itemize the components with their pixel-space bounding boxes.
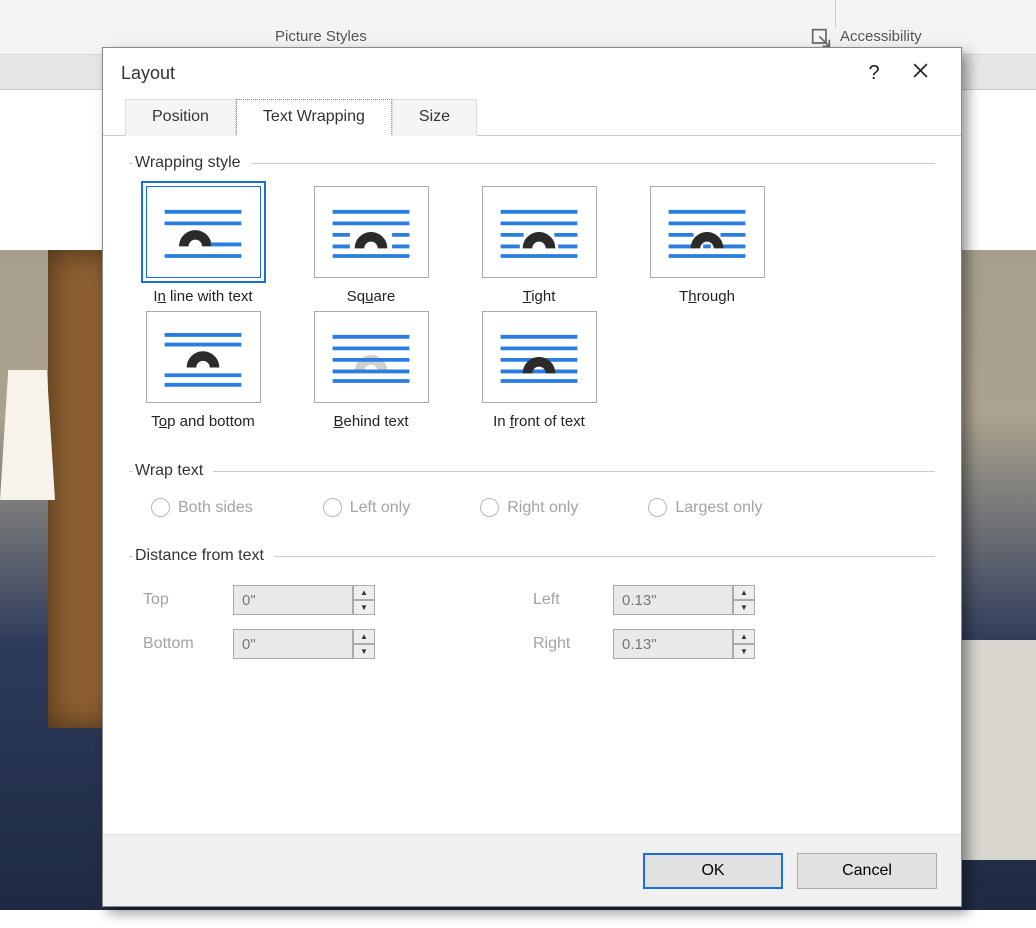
lamp <box>0 370 55 500</box>
style-inline-icon <box>146 186 261 278</box>
ok-button[interactable]: OK <box>643 853 783 889</box>
legend-wrapping-style: Wrapping style <box>133 154 251 172</box>
radio-largest-label: Largest only <box>675 499 762 517</box>
ribbon-group-picture-styles: Picture Styles <box>275 28 367 45</box>
label-right: Right <box>533 635 613 653</box>
dialog-launcher-icon[interactable] <box>811 28 831 48</box>
input-left <box>613 585 733 615</box>
style-inline-label: In line with text <box>133 288 273 305</box>
style-square-label: Square <box>301 288 441 305</box>
spin-up-icon: ▲ <box>733 585 755 600</box>
legend-wrap-text: Wrap text <box>133 462 213 480</box>
spin-up-icon: ▲ <box>733 629 755 644</box>
dialog-footer: OK Cancel <box>103 834 961 906</box>
style-top-and-bottom[interactable]: Top and bottom <box>133 311 273 430</box>
style-square-icon <box>314 186 429 278</box>
radio-icon <box>151 498 170 517</box>
tab-text-wrapping[interactable]: Text Wrapping <box>236 99 392 136</box>
label-top: Top <box>143 591 233 609</box>
spin-up-icon: ▲ <box>353 629 375 644</box>
close-button[interactable] <box>897 62 943 85</box>
spin-down-icon: ▼ <box>353 644 375 659</box>
legend-distance: Distance from text <box>133 547 274 565</box>
group-distance-from-text: Distance from text Top ▲▼ Left ▲▼ Bottom… <box>129 547 935 673</box>
radio-right-label: Right only <box>507 499 578 517</box>
style-front-label: In front of text <box>469 413 609 430</box>
radio-largest-only: Largest only <box>648 498 762 517</box>
style-behind-icon <box>314 311 429 403</box>
style-square[interactable]: Square <box>301 186 441 305</box>
style-topbottom-label: Top and bottom <box>133 413 273 430</box>
tab-size[interactable]: Size <box>392 99 477 136</box>
style-inline-with-text[interactable]: In line with text <box>133 186 273 305</box>
dialog-tabs: Position Text Wrapping Size <box>103 98 961 136</box>
input-top <box>233 585 353 615</box>
radio-icon <box>480 498 499 517</box>
radio-both-sides: Both sides <box>151 498 253 517</box>
spinner-bottom: ▲▼ <box>233 629 393 659</box>
label-bottom: Bottom <box>143 635 233 653</box>
style-tight-label: Tight <box>469 288 609 305</box>
group-wrapping-style: Wrapping style In line with text <box>129 154 935 444</box>
radio-left-label: Left only <box>350 499 410 517</box>
spin-up-icon: ▲ <box>353 585 375 600</box>
group-wrap-text: Wrap text Both sides Left only Right onl… <box>129 462 935 529</box>
style-behind-label: Behind text <box>301 413 441 430</box>
layout-dialog: Layout ? Position Text Wrapping Size Wra… <box>102 47 962 907</box>
spin-down-icon: ▼ <box>733 600 755 615</box>
spinner-left: ▲▼ <box>613 585 773 615</box>
input-bottom <box>233 629 353 659</box>
cancel-button[interactable]: Cancel <box>797 853 937 889</box>
help-button[interactable]: ? <box>851 62 897 85</box>
spinner-right: ▲▼ <box>613 629 773 659</box>
input-right <box>613 629 733 659</box>
radio-both-label: Both sides <box>178 499 253 517</box>
radio-icon <box>323 498 342 517</box>
tab-position[interactable]: Position <box>125 99 236 136</box>
spinner-top: ▲▼ <box>233 585 393 615</box>
style-behind-text[interactable]: Behind text <box>301 311 441 430</box>
spin-down-icon: ▼ <box>733 644 755 659</box>
dialog-title: Layout <box>121 63 175 84</box>
style-through-icon <box>650 186 765 278</box>
style-tight-icon <box>482 186 597 278</box>
ribbon-group-accessibility: Accessibility <box>840 28 922 45</box>
style-in-front-of-text[interactable]: In front of text <box>469 311 609 430</box>
style-tight[interactable]: Tight <box>469 186 609 305</box>
label-left: Left <box>533 591 613 609</box>
radio-left-only: Left only <box>323 498 410 517</box>
radio-right-only: Right only <box>480 498 578 517</box>
style-front-icon <box>482 311 597 403</box>
dialog-titlebar: Layout ? <box>103 48 961 98</box>
spin-down-icon: ▼ <box>353 600 375 615</box>
radio-icon <box>648 498 667 517</box>
style-through-label: Through <box>637 288 777 305</box>
style-through[interactable]: Through <box>637 186 777 305</box>
style-topbottom-icon <box>146 311 261 403</box>
